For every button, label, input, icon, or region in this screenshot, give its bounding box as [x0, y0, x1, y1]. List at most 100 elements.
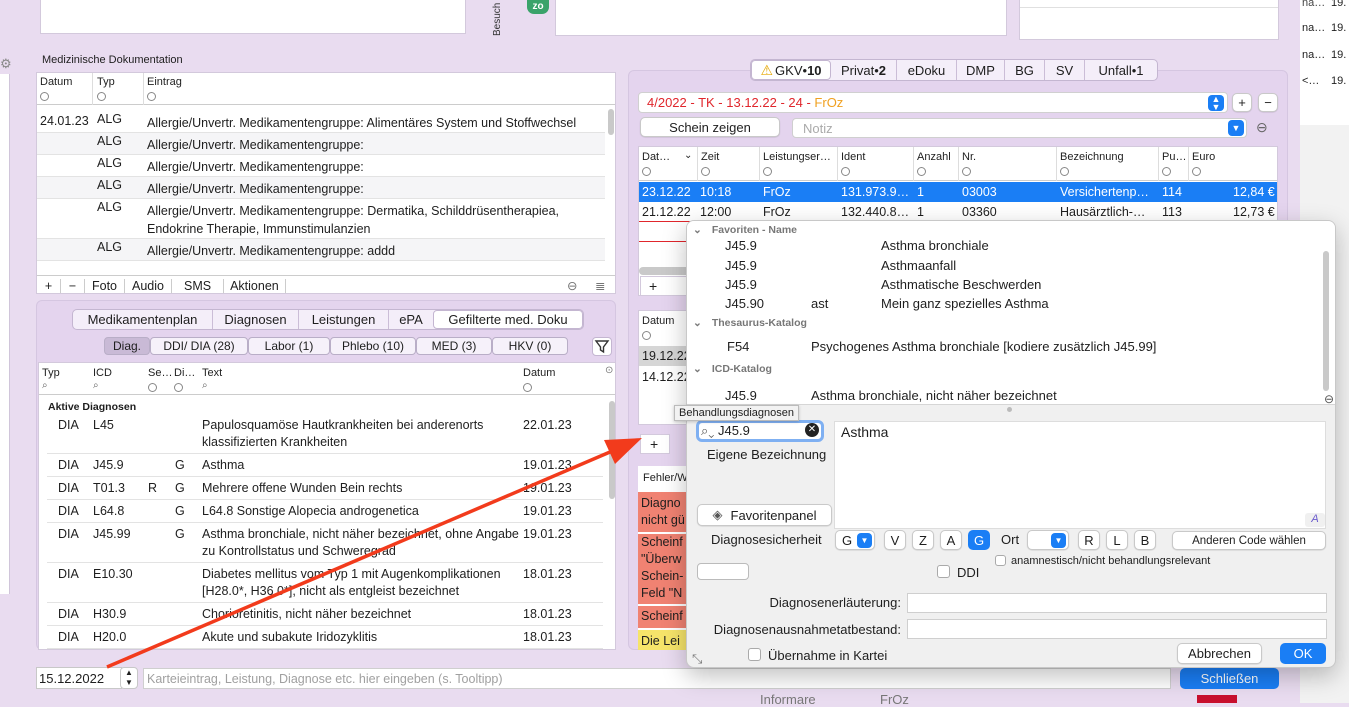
list-item[interactable]: J45.90 ast Mein ganz spezielles Asthma	[687, 294, 1317, 313]
top-left-field[interactable]	[40, 0, 466, 34]
schein-select[interactable]: 4/2022 - TK - 13.12.22 - 24 - FrOz ▲ ▼	[638, 92, 1228, 113]
add-button[interactable]: +	[640, 434, 670, 454]
tab-leistungen[interactable]: Leistungen	[299, 310, 389, 329]
ort-b-button[interactable]: B	[1134, 530, 1156, 550]
table-row[interactable]: 24.01.23 ALG Allergie/Unvertr. Medikamente…	[37, 111, 605, 133]
filter-circle-icon[interactable]	[642, 331, 651, 340]
add-button[interactable]: +	[37, 278, 61, 293]
tab-bg[interactable]: BG	[1005, 60, 1045, 80]
resize-icon[interactable]: ⤡	[692, 651, 702, 667]
remove-schein-button[interactable]: −	[1258, 93, 1278, 112]
table-row[interactable]: ALG Allergie/Unvertr. Medikamentengruppe:	[37, 133, 605, 155]
ddi-checkbox[interactable]	[937, 565, 950, 578]
tab-sv[interactable]: SV	[1045, 60, 1085, 80]
list-section-header[interactable]: ⌄ Thesaurus-Katalog	[693, 317, 807, 329]
table-row[interactable]: DIA H20.0 Akute und subakute Iridozyklitis…	[47, 626, 603, 649]
tab-gkv[interactable]: ⚠ GKV • 10	[751, 60, 831, 80]
search-icon[interactable]: ⌕	[93, 380, 99, 391]
ausnahme-input[interactable]	[907, 619, 1327, 639]
table-row-selected[interactable]: 23.12.22 10:18 FrOz 131.973.9… 1 03003 Versich…	[639, 182, 1277, 202]
list-item[interactable]: J45.9 Asthmatische Beschwerden	[687, 275, 1317, 294]
list-item[interactable]: F54 Psychogenes Asthma bronchiale [kodier…	[687, 337, 1317, 356]
ok-button[interactable]: OK	[1280, 643, 1326, 664]
anamnestisch-checkbox[interactable]	[995, 555, 1006, 566]
col-datum[interactable]: Datum	[642, 315, 674, 327]
filter-circle-icon[interactable]	[174, 383, 183, 392]
chevron-updown-icon[interactable]: ▲ ▼	[1208, 95, 1224, 112]
clear-icon[interactable]: ✕	[805, 423, 819, 437]
more-icon[interactable]: ⊖	[567, 278, 577, 293]
filter-circle-icon[interactable]	[1060, 167, 1069, 176]
filter-circle-icon[interactable]	[147, 92, 156, 101]
table-row[interactable]: DIA L45 Papulosquamöse Hautkrankheiten bei…	[47, 414, 603, 454]
icd-search-input[interactable]: ⌕⌄ J45.9 ✕	[696, 420, 824, 442]
list-item[interactable]: J45.9 Asthmaanfall	[687, 256, 1317, 275]
col-di[interactable]: Di…	[174, 367, 195, 379]
filter-hkv[interactable]: HKV (0)	[492, 337, 568, 355]
color-field[interactable]	[697, 563, 749, 580]
filter-labor[interactable]: Labor (1)	[248, 337, 330, 355]
table-row[interactable]: DIA L64.8 G L64.8 Sonstige Alopecia androge…	[47, 500, 603, 523]
foto-button[interactable]: Foto	[85, 278, 126, 293]
filter-med[interactable]: MED (3)	[416, 337, 492, 355]
uebernahme-checkbox[interactable]	[748, 648, 761, 661]
table-row[interactable]: DIA T01.3 R G Mehrere offene Wunden Bein rec…	[47, 477, 603, 500]
chevron-down-icon[interactable]: ▼	[1228, 120, 1244, 136]
filter-circle-icon[interactable]	[642, 167, 651, 176]
favoritenpanel-button[interactable]: ◈ Favoritenpanel	[697, 504, 832, 526]
filter-phlebo[interactable]: Phlebo (10)	[330, 337, 416, 355]
table-row[interactable]: 14.12.22	[642, 367, 691, 387]
top-right-field[interactable]	[1019, 0, 1279, 40]
billing-col-header[interactable]: Nr.	[962, 151, 976, 163]
filter-circle-icon[interactable]	[148, 383, 157, 392]
scrollbar[interactable]	[608, 109, 614, 135]
table-row[interactable]: ALG Allergie/Unvertr. Medikamentengruppe:…	[37, 239, 605, 261]
tab-privat[interactable]: Privat • 2	[831, 60, 897, 80]
entry-input[interactable]: Karteieintrag, Leistung, Diagnose etc. h…	[143, 668, 1171, 689]
zo-badge[interactable]: zo	[527, 0, 549, 14]
tab-diagnosen[interactable]: Diagnosen	[213, 310, 299, 329]
filter-circle-icon[interactable]	[917, 167, 926, 176]
filter-ddi-dia[interactable]: DDI/ DIA (28)	[150, 337, 248, 355]
close-button[interactable]: Schließen	[1180, 668, 1279, 689]
more-icon[interactable]: ⊖	[1256, 119, 1268, 136]
date-stepper[interactable]: ▲ ▼	[120, 667, 138, 689]
filter-circle-icon[interactable]	[701, 167, 710, 176]
settings-dot-icon[interactable]: ⊙	[605, 365, 613, 376]
table-row[interactable]: DIA J45.99 G Asthma bronchiale, nicht näher…	[47, 523, 603, 563]
col-text[interactable]: Text	[202, 367, 222, 379]
filter-circle-icon[interactable]	[97, 92, 106, 101]
more-icon[interactable]: ⊖	[1324, 392, 1334, 406]
gear-icon[interactable]: ⚙	[0, 56, 12, 72]
list-section-header[interactable]: ⌄ ICD-Katalog	[693, 363, 772, 375]
sicherheit-v-button[interactable]: V	[884, 530, 906, 550]
billing-col-header[interactable]: Dat…	[642, 151, 670, 163]
sicherheit-select[interactable]: G ▼	[835, 530, 875, 550]
sicherheit-a-button[interactable]: A	[940, 530, 962, 550]
billing-col-header[interactable]: Zeit	[701, 151, 719, 163]
ort-l-button[interactable]: L	[1106, 530, 1128, 550]
add-schein-button[interactable]: +	[1232, 93, 1252, 112]
billing-col-header[interactable]: Ident	[841, 151, 865, 163]
list-icon[interactable]: ≣	[595, 278, 605, 293]
filter-circle-icon[interactable]	[1192, 167, 1201, 176]
fehler-item[interactable]: Scheinf	[638, 606, 688, 628]
chevron-down-icon[interactable]: ⌄	[684, 150, 692, 161]
billing-col-header[interactable]: Euro	[1192, 151, 1215, 163]
add-button[interactable]: +	[649, 278, 657, 294]
table-row[interactable]: DIA E10.30 Diabetes mellitus vom Typ 1 mit…	[47, 563, 603, 603]
erlaeuterung-input[interactable]	[907, 593, 1327, 613]
table-row[interactable]: DIA J45.9 G Asthma 19.01.23	[47, 454, 603, 477]
search-icon[interactable]: ⌕	[42, 380, 48, 391]
sicherheit-z-button[interactable]: Z	[912, 530, 934, 550]
text-format-icon[interactable]: A	[1305, 513, 1325, 527]
tab-medikamentenplan[interactable]: Medikamentenplan	[73, 310, 213, 329]
aktionen-button[interactable]: Aktionen	[224, 278, 286, 293]
col-typ[interactable]: Typ	[97, 76, 115, 88]
list-item[interactable]: J45.9 Asthma bronchiale	[687, 236, 1317, 255]
filter-funnel-icon[interactable]	[592, 337, 612, 356]
filter-circle-icon[interactable]	[763, 167, 772, 176]
tab-gefilterte-doku[interactable]: Gefilterte med. Doku	[433, 310, 583, 329]
cancel-button[interactable]: Abbrechen	[1177, 643, 1262, 664]
billing-col-header[interactable]: Bezeichnung	[1060, 151, 1124, 163]
